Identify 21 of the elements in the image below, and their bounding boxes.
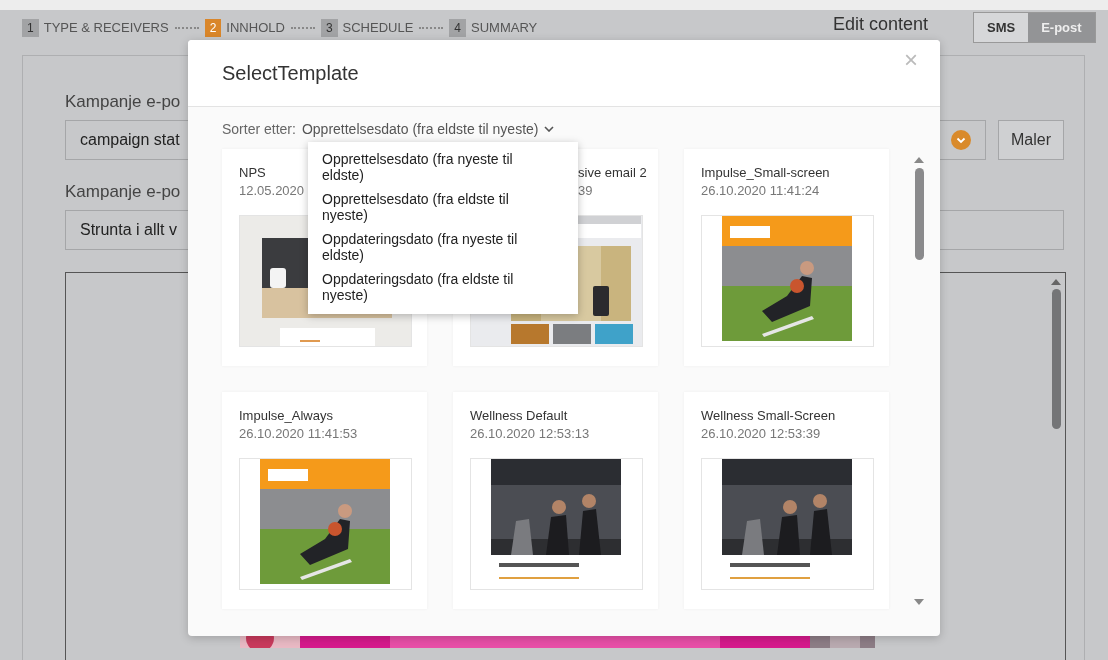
- step-number: 4: [449, 18, 467, 37]
- field-label: Kampanje e-po: [65, 92, 181, 112]
- template-name: NPS: [239, 165, 266, 180]
- template-name: Wellness Small-Screen: [701, 408, 836, 423]
- template-date: 26.10.2020 12:53:13: [470, 426, 590, 441]
- template-date: 26.10.2020 11:41:53: [239, 426, 358, 441]
- template-date: 26.10.2020 11:41:24: [701, 183, 820, 198]
- template-name: sive email 2: [578, 165, 647, 180]
- step-number: 1: [22, 18, 39, 37]
- template-date: 12.05.2020: [239, 183, 305, 198]
- sort-label: Sorter etter:: [222, 121, 296, 137]
- template-date: 26.10.2020 12:53:39: [701, 426, 821, 441]
- field-label: Kampanje e-po: [65, 182, 181, 202]
- page-title: Edit content: [833, 14, 929, 35]
- template-date: 39: [578, 183, 593, 198]
- dialog-title: SelectTemplate: [222, 61, 359, 85]
- step-number: 2: [204, 18, 222, 37]
- template-name: Impulse_Always: [239, 408, 333, 423]
- template-name: Impulse_Small-screen: [701, 165, 830, 180]
- template-name: Wellness Default: [470, 408, 568, 423]
- step-number: 3: [320, 18, 338, 37]
